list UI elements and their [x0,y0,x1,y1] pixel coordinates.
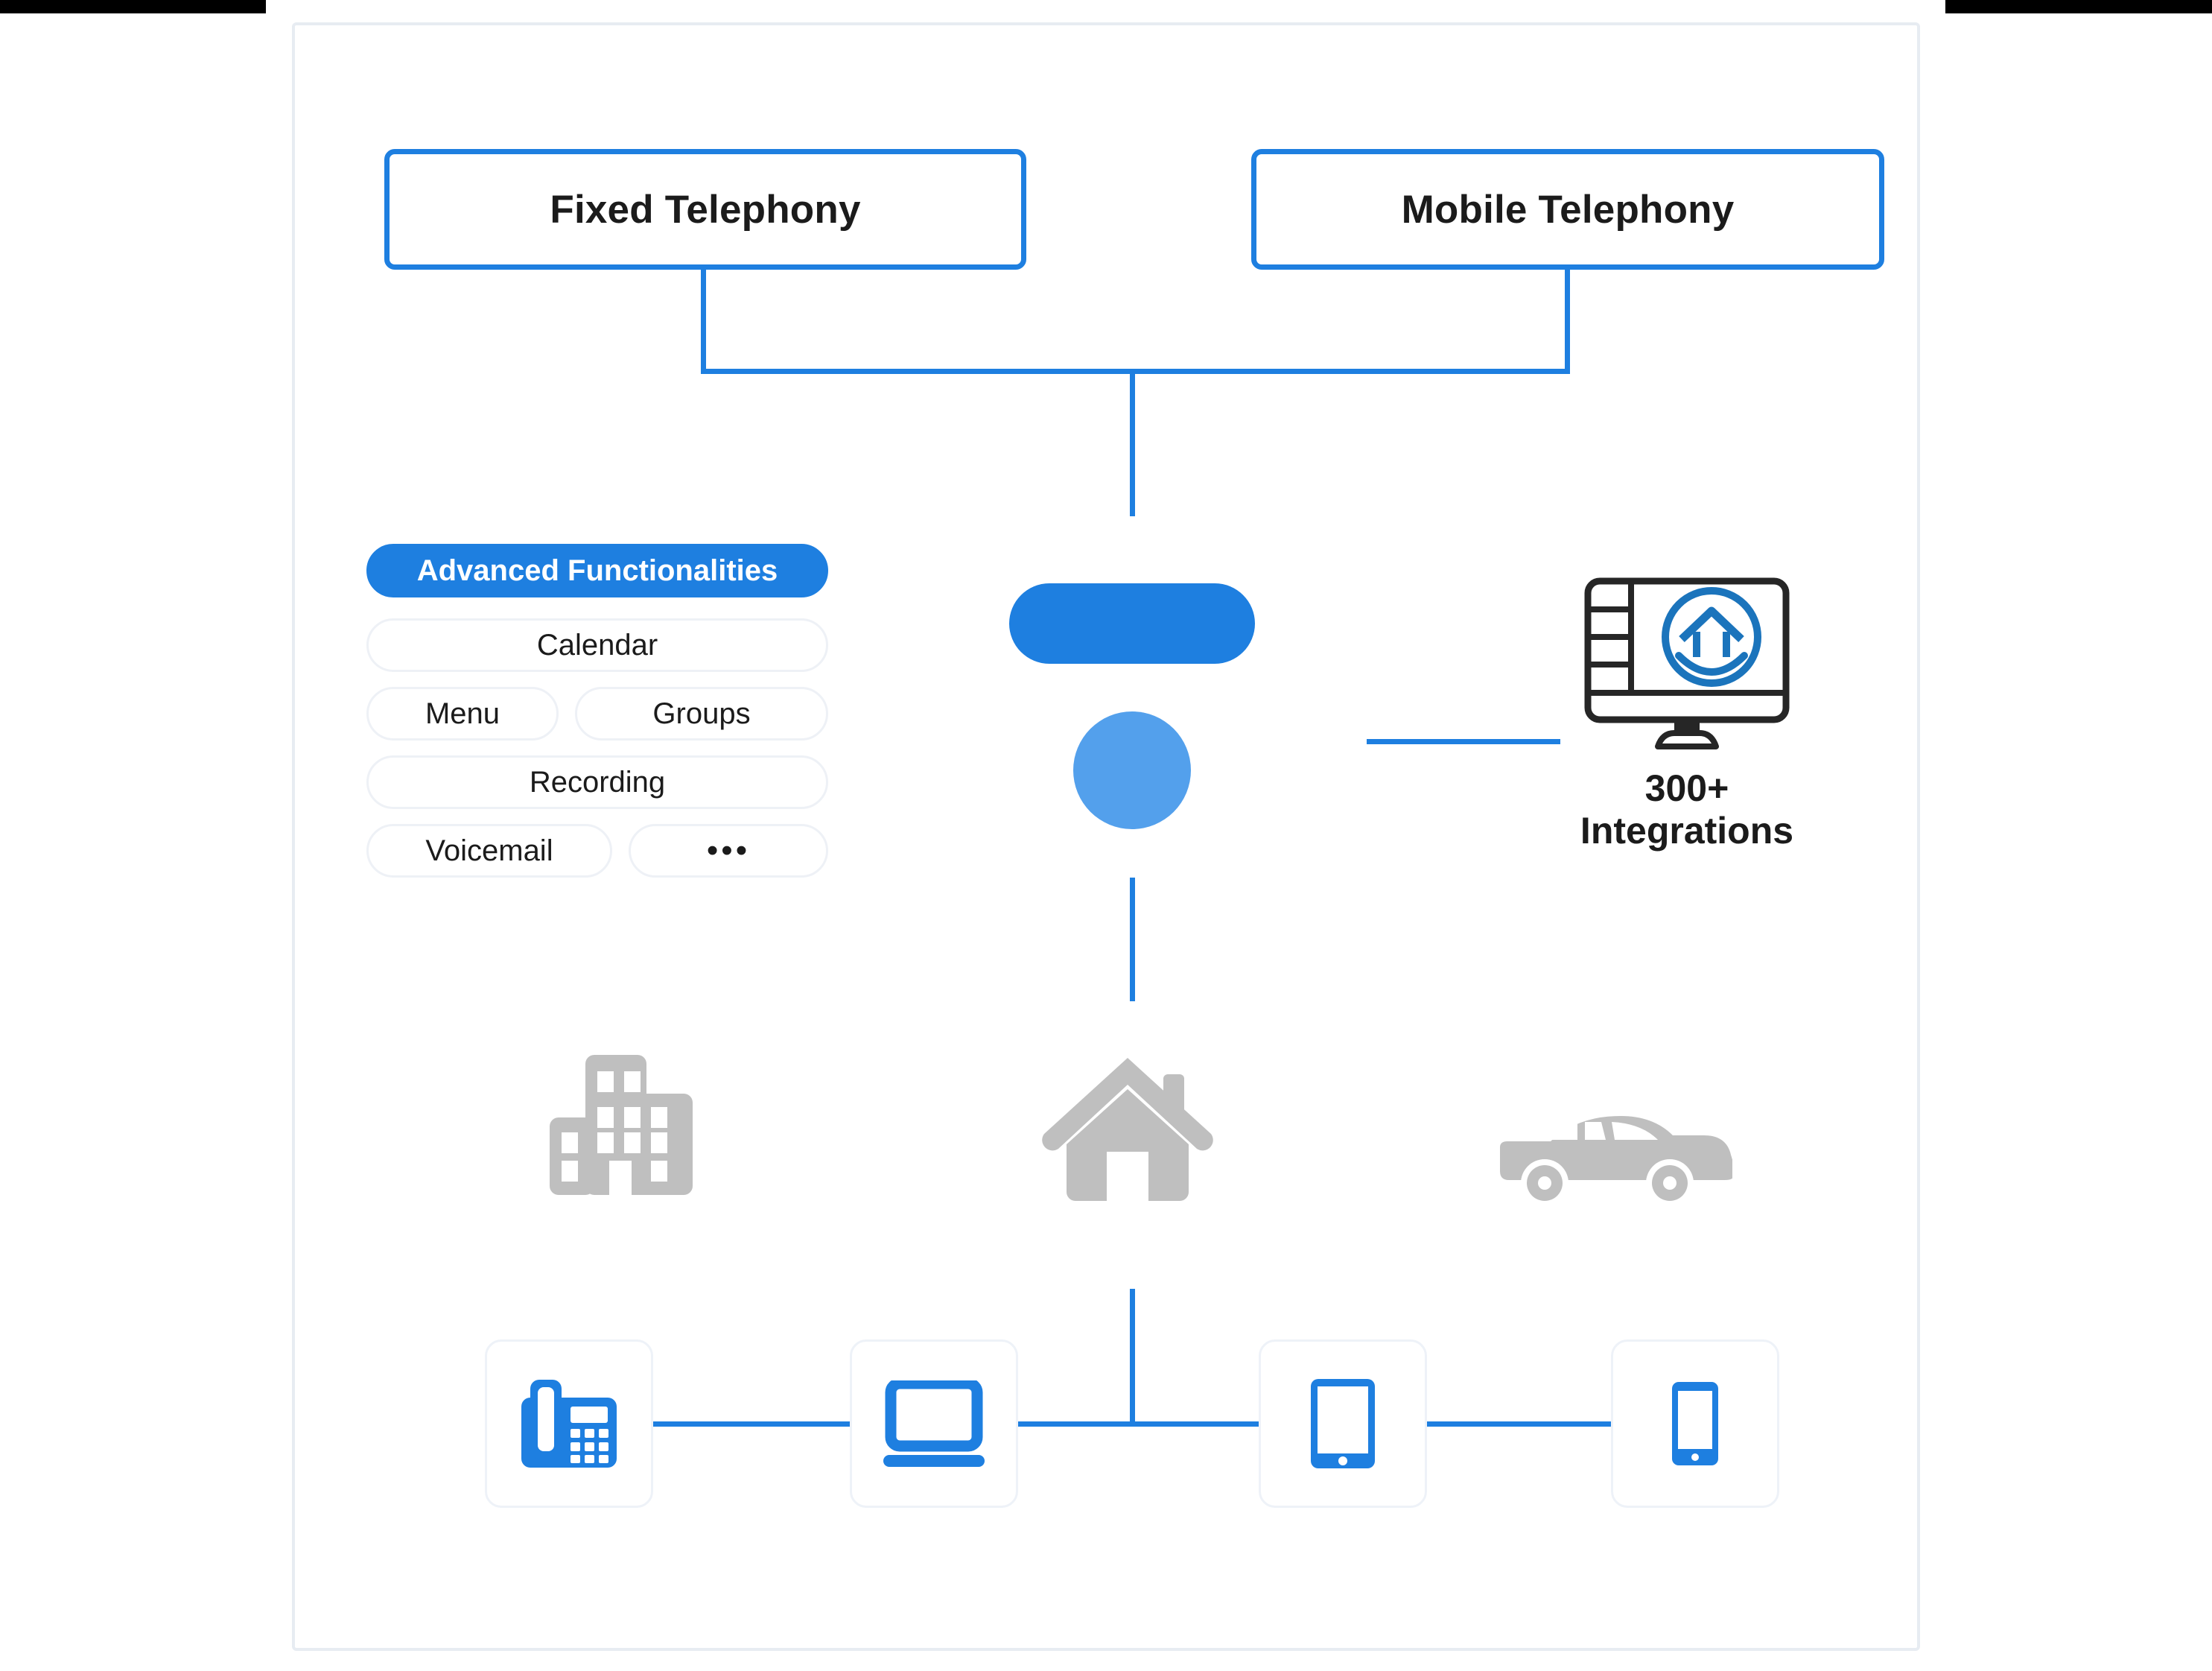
integrations-count: 300+ [1644,767,1729,809]
pill-groups[interactable]: Groups [575,687,828,741]
connector-bus-to-cloud [1130,369,1135,516]
connector-cloud-to-house [1130,878,1135,1001]
pill-voicemail[interactable]: Voicemail [366,824,612,878]
monitor-home-icon [1584,577,1790,749]
pill-calendar-label: Calendar [536,628,658,662]
node-fixed-telephony[interactable]: Fixed Telephony [384,149,1026,270]
advanced-functionalities-row: Recording [366,755,828,809]
pill-recording-label: Recording [529,765,666,799]
advanced-functionalities-panel: Advanced Functionalities Calendar Menu G… [366,544,828,892]
device-card-laptop[interactable] [850,1339,1018,1508]
connector-fixed-drop [701,270,706,374]
desk-phone-icon [521,1380,617,1468]
pill-more-options[interactable]: ••• [629,824,828,878]
advanced-functionalities-header[interactable]: Advanced Functionalities [366,544,828,597]
device-card-desk-phone[interactable] [485,1339,653,1508]
connector-mobile-drop [1565,270,1570,374]
integrations-caption: 300+ Integrations [1580,767,1793,852]
node-mobile-telephony[interactable]: Mobile Telephony [1251,149,1884,270]
pill-more-options-label: ••• [706,832,751,869]
connector-laptop-tablet [1016,1421,1260,1427]
core-cloud-dot [1073,711,1191,829]
laptop-icon [883,1380,985,1467]
advanced-functionalities-row: Voicemail ••• [366,824,828,878]
integrations-block: 300+ Integrations [1560,574,1814,852]
connector-cloud-to-integrations [1367,739,1560,744]
letterbox-bar-right [1945,0,2212,13]
pill-menu-label: Menu [425,697,500,730]
pill-calendar[interactable]: Calendar [366,618,828,672]
connector-tablet-phone [1425,1421,1613,1427]
pill-groups-label: Groups [652,697,751,730]
advanced-functionalities-row: Calendar [366,618,828,672]
core-cloud-shape [1009,583,1255,664]
smartphone-icon [1672,1382,1718,1465]
pill-menu[interactable]: Menu [366,687,559,741]
node-mobile-telephony-label: Mobile Telephony [1401,187,1735,232]
device-card-smartphone[interactable] [1611,1339,1779,1508]
device-card-tablet[interactable] [1259,1339,1427,1508]
car-icon [1496,1101,1736,1217]
tablet-icon [1311,1379,1375,1468]
pill-voicemail-label: Voicemail [425,834,553,867]
connector-horizontal-bus [701,369,1570,374]
house-icon [1035,1046,1220,1208]
connector-deskphone-laptop [649,1421,852,1427]
diagram-canvas: Fixed Telephony Mobile Telephony Advance… [0,0,2212,1671]
advanced-functionalities-row: Menu Groups [366,687,828,741]
advanced-functionalities-header-label: Advanced Functionalities [416,554,778,587]
office-building-icon [550,1055,693,1199]
node-fixed-telephony-label: Fixed Telephony [550,187,861,232]
connector-house-to-devices [1130,1289,1135,1424]
pill-recording[interactable]: Recording [366,755,828,809]
letterbox-bar-left [0,0,266,13]
integrations-label: Integrations [1580,810,1794,852]
